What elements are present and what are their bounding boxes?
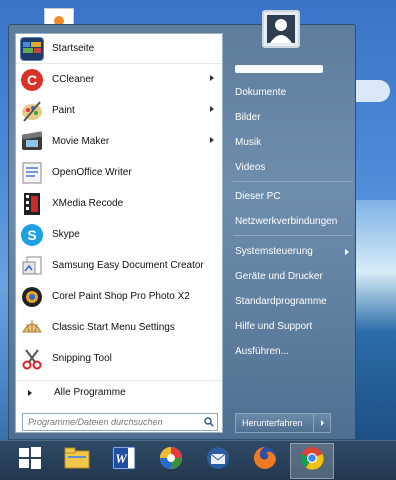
- svg-text:S: S: [27, 227, 36, 243]
- search-icon[interactable]: [201, 414, 217, 430]
- paint-icon: [20, 99, 44, 123]
- program-item-skype[interactable]: S Skype: [16, 219, 222, 250]
- search-input[interactable]: [23, 414, 201, 430]
- windows-start-icon: [18, 446, 42, 475]
- taskbar-word[interactable]: W: [102, 443, 146, 479]
- taskbar-firefox[interactable]: [243, 443, 287, 479]
- program-label: Classic Start Menu Settings: [52, 322, 175, 333]
- program-label: CCleaner: [52, 74, 95, 85]
- svg-text:C: C: [27, 72, 37, 88]
- taskbar-start-button[interactable]: [8, 443, 52, 479]
- movie-maker-icon: [20, 130, 44, 154]
- program-label: Corel Paint Shop Pro Photo X2: [52, 291, 190, 302]
- pinned-program-list: Startseite C CCleaner Paint Movie Maker …: [16, 34, 222, 374]
- taskbar-chrome[interactable]: [290, 442, 334, 479]
- program-item-samsung-easy-document-creator[interactable]: Samsung Easy Document Creator: [16, 250, 222, 281]
- shutdown-options-arrow-icon[interactable]: [314, 414, 330, 432]
- corel-psp-icon: [20, 285, 44, 309]
- program-item-classic-start-menu-settings[interactable]: Classic Start Menu Settings: [16, 312, 222, 343]
- program-item-startseite[interactable]: Startseite: [16, 34, 222, 64]
- skype-icon: S: [20, 223, 44, 247]
- expand-arrow-icon: [28, 389, 32, 396]
- right-links-pane: Dokumente Bilder Musik Videos Dieser PC …: [227, 25, 355, 439]
- search-box[interactable]: [22, 413, 218, 431]
- openoffice-writer-icon: [20, 161, 44, 185]
- link-hilfe-und-support[interactable]: Hilfe und Support: [235, 321, 312, 332]
- submenu-arrow-icon: [345, 249, 349, 255]
- file-explorer-icon: [64, 447, 90, 474]
- ccleaner-icon: C: [20, 68, 44, 92]
- link-dieser-pc[interactable]: Dieser PC: [235, 191, 281, 202]
- link-dokumente[interactable]: Dokumente: [235, 87, 286, 98]
- program-item-openoffice-writer[interactable]: OpenOffice Writer: [16, 157, 222, 188]
- shutdown-button[interactable]: Herunterfahren: [236, 414, 314, 432]
- submenu-arrow-icon: [210, 106, 214, 112]
- classic-shell-icon: [20, 316, 44, 340]
- xmedia-recode-icon: [20, 192, 44, 216]
- program-label: Samsung Easy Document Creator: [52, 260, 204, 271]
- link-standardprogramme[interactable]: Standardprogramme: [235, 296, 327, 307]
- link-ausfuehren[interactable]: Ausführen...: [235, 346, 289, 357]
- program-label: XMedia Recode: [52, 198, 124, 209]
- chrome-icon: [300, 446, 324, 475]
- firefox-icon: [253, 446, 277, 475]
- start-menu: Startseite C CCleaner Paint Movie Maker …: [8, 24, 356, 440]
- picasa-icon: [159, 446, 183, 475]
- taskbar-file-explorer[interactable]: [55, 443, 99, 479]
- taskbar-picasa[interactable]: [149, 443, 193, 479]
- program-item-paint[interactable]: Paint: [16, 95, 222, 126]
- link-bilder[interactable]: Bilder: [235, 112, 261, 123]
- start-screen-icon: [20, 36, 44, 61]
- program-item-xmedia-recode[interactable]: XMedia Recode: [16, 188, 222, 219]
- taskbar-thunderbird[interactable]: [196, 443, 240, 479]
- link-geraete-und-drucker[interactable]: Geräte und Drucker: [235, 271, 323, 282]
- program-list-pane: Startseite C CCleaner Paint Movie Maker …: [15, 33, 223, 433]
- samsung-document-icon: [20, 254, 44, 278]
- link-videos[interactable]: Videos: [235, 162, 265, 173]
- program-label: Startseite: [52, 43, 95, 54]
- link-netzwerkverbindungen[interactable]: Netzwerkverbindungen: [235, 216, 337, 227]
- thunderbird-icon: [206, 446, 230, 475]
- program-label: Skype: [52, 229, 80, 240]
- program-label: Snipping Tool: [52, 353, 112, 364]
- separator: [233, 235, 353, 236]
- username-label[interactable]: [235, 65, 323, 73]
- submenu-arrow-icon: [210, 75, 214, 81]
- word-icon: W: [112, 446, 136, 475]
- all-programs-label: Alle Programme: [54, 387, 126, 398]
- program-item-corel-paint-shop[interactable]: Corel Paint Shop Pro Photo X2: [16, 281, 222, 312]
- separator: [233, 181, 353, 182]
- program-label: Paint: [52, 105, 75, 116]
- all-programs-button[interactable]: Alle Programme: [16, 380, 222, 404]
- scissors-icon: [20, 347, 44, 371]
- program-label: Movie Maker: [52, 136, 110, 147]
- program-item-snipping-tool[interactable]: Snipping Tool: [16, 343, 222, 374]
- link-systemsteuerung[interactable]: Systemsteuerung: [235, 246, 313, 257]
- program-item-ccleaner[interactable]: C CCleaner: [16, 64, 222, 95]
- shutdown-button-group: Herunterfahren: [235, 413, 331, 433]
- submenu-arrow-icon: [210, 137, 214, 143]
- link-musik[interactable]: Musik: [235, 137, 261, 148]
- svg-text:W: W: [115, 451, 128, 466]
- program-label: OpenOffice Writer: [52, 167, 132, 178]
- taskbar: W: [0, 440, 396, 480]
- user-avatar[interactable]: [262, 10, 300, 48]
- program-item-movie-maker[interactable]: Movie Maker: [16, 126, 222, 157]
